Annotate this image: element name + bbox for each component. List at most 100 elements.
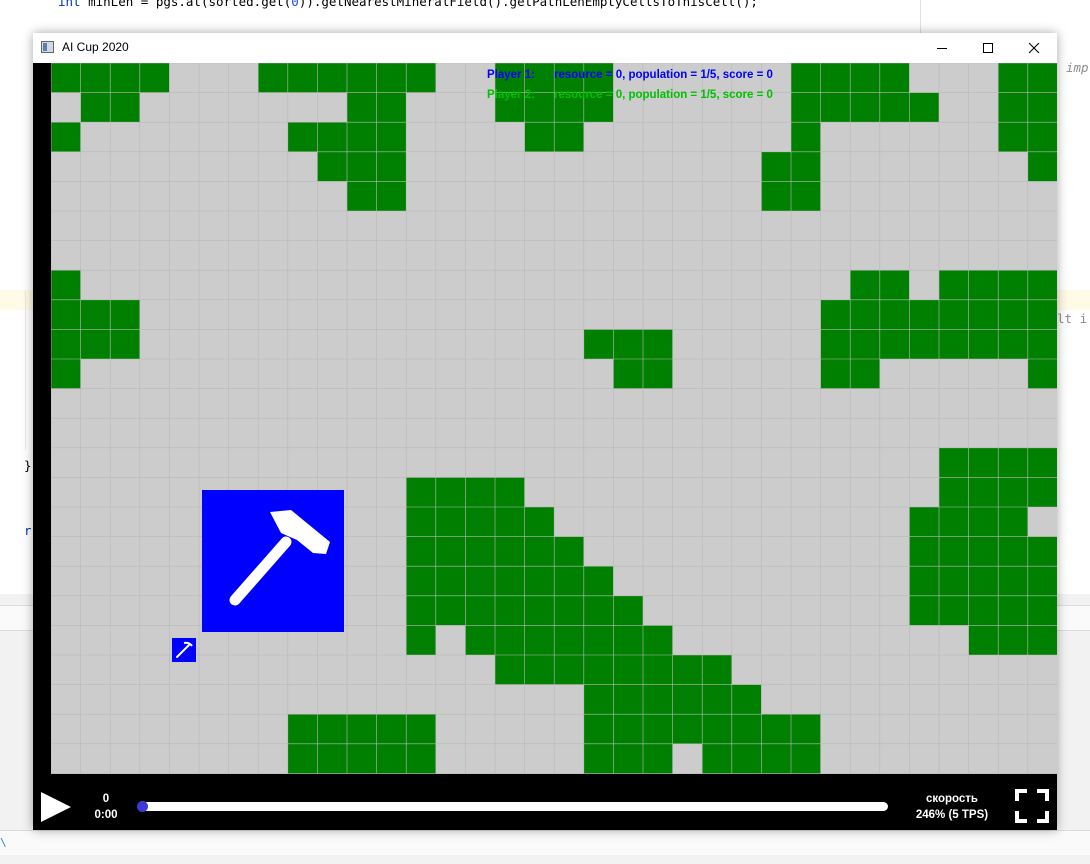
empty-cell[interactable]	[199, 655, 230, 686]
resource-cell[interactable]	[287, 63, 318, 94]
empty-cell[interactable]	[139, 329, 170, 360]
empty-cell[interactable]	[672, 447, 703, 478]
player1-unit[interactable]	[172, 638, 196, 662]
empty-cell[interactable]	[879, 151, 910, 182]
empty-cell[interactable]	[939, 625, 970, 656]
empty-cell[interactable]	[850, 507, 881, 538]
resource-cell[interactable]	[406, 714, 437, 745]
empty-cell[interactable]	[998, 388, 1029, 419]
empty-cell[interactable]	[761, 447, 792, 478]
empty-cell[interactable]	[850, 211, 881, 242]
empty-cell[interactable]	[879, 447, 910, 478]
empty-cell[interactable]	[199, 63, 230, 94]
empty-cell[interactable]	[761, 507, 792, 538]
empty-cell[interactable]	[583, 418, 614, 449]
resource-cell[interactable]	[761, 151, 792, 182]
empty-cell[interactable]	[287, 447, 318, 478]
empty-cell[interactable]	[287, 299, 318, 330]
empty-cell[interactable]	[228, 388, 259, 419]
empty-cell[interactable]	[909, 359, 940, 390]
empty-cell[interactable]	[376, 418, 407, 449]
empty-cell[interactable]	[583, 388, 614, 419]
empty-cell[interactable]	[258, 270, 289, 301]
empty-cell[interactable]	[613, 566, 644, 597]
resource-cell[interactable]	[731, 684, 762, 715]
empty-cell[interactable]	[968, 418, 999, 449]
empty-cell[interactable]	[643, 211, 674, 242]
empty-cell[interactable]	[376, 447, 407, 478]
resource-cell[interactable]	[643, 714, 674, 745]
empty-cell[interactable]	[761, 536, 792, 567]
empty-cell[interactable]	[228, 655, 259, 686]
empty-cell[interactable]	[228, 299, 259, 330]
empty-cell[interactable]	[435, 211, 466, 242]
empty-cell[interactable]	[228, 122, 259, 153]
empty-cell[interactable]	[139, 566, 170, 597]
empty-cell[interactable]	[879, 625, 910, 656]
empty-cell[interactable]	[820, 536, 851, 567]
resource-cell[interactable]	[998, 122, 1029, 153]
resource-cell[interactable]	[554, 122, 585, 153]
empty-cell[interactable]	[376, 684, 407, 715]
empty-cell[interactable]	[761, 270, 792, 301]
empty-cell[interactable]	[110, 211, 141, 242]
empty-cell[interactable]	[643, 270, 674, 301]
resource-cell[interactable]	[820, 299, 851, 330]
empty-cell[interactable]	[169, 566, 200, 597]
empty-cell[interactable]	[51, 477, 82, 508]
resource-cell[interactable]	[998, 447, 1029, 478]
empty-cell[interactable]	[939, 359, 970, 390]
resource-cell[interactable]	[791, 714, 822, 745]
empty-cell[interactable]	[850, 477, 881, 508]
empty-cell[interactable]	[465, 714, 496, 745]
empty-cell[interactable]	[199, 92, 230, 123]
empty-cell[interactable]	[524, 299, 555, 330]
empty-cell[interactable]	[761, 211, 792, 242]
empty-cell[interactable]	[583, 211, 614, 242]
resource-cell[interactable]	[80, 63, 111, 94]
empty-cell[interactable]	[939, 181, 970, 212]
empty-cell[interactable]	[228, 714, 259, 745]
resource-cell[interactable]	[435, 507, 466, 538]
resource-cell[interactable]	[465, 536, 496, 567]
empty-cell[interactable]	[110, 388, 141, 419]
empty-cell[interactable]	[169, 151, 200, 182]
empty-cell[interactable]	[761, 477, 792, 508]
empty-cell[interactable]	[139, 625, 170, 656]
empty-cell[interactable]	[643, 122, 674, 153]
empty-cell[interactable]	[850, 536, 881, 567]
empty-cell[interactable]	[169, 240, 200, 271]
resource-cell[interactable]	[287, 122, 318, 153]
empty-cell[interactable]	[435, 329, 466, 360]
minimize-button[interactable]	[919, 33, 965, 63]
empty-cell[interactable]	[524, 684, 555, 715]
resource-cell[interactable]	[554, 566, 585, 597]
empty-cell[interactable]	[406, 329, 437, 360]
empty-cell[interactable]	[317, 329, 348, 360]
empty-cell[interactable]	[465, 151, 496, 182]
empty-cell[interactable]	[761, 329, 792, 360]
empty-cell[interactable]	[376, 655, 407, 686]
empty-cell[interactable]	[169, 63, 200, 94]
empty-cell[interactable]	[376, 270, 407, 301]
empty-cell[interactable]	[376, 388, 407, 419]
speed-value[interactable]: 246% (5 TPS)	[907, 809, 997, 821]
empty-cell[interactable]	[613, 536, 644, 567]
empty-cell[interactable]	[583, 536, 614, 567]
empty-cell[interactable]	[909, 625, 940, 656]
resource-cell[interactable]	[524, 507, 555, 538]
empty-cell[interactable]	[80, 743, 111, 774]
empty-cell[interactable]	[613, 270, 644, 301]
empty-cell[interactable]	[465, 359, 496, 390]
resource-cell[interactable]	[643, 655, 674, 686]
empty-cell[interactable]	[347, 566, 378, 597]
empty-cell[interactable]	[465, 743, 496, 774]
empty-cell[interactable]	[672, 270, 703, 301]
empty-cell[interactable]	[939, 388, 970, 419]
fullscreen-button[interactable]	[1015, 789, 1049, 823]
empty-cell[interactable]	[258, 388, 289, 419]
empty-cell[interactable]	[850, 122, 881, 153]
empty-cell[interactable]	[228, 211, 259, 242]
empty-cell[interactable]	[524, 359, 555, 390]
empty-cell[interactable]	[287, 684, 318, 715]
